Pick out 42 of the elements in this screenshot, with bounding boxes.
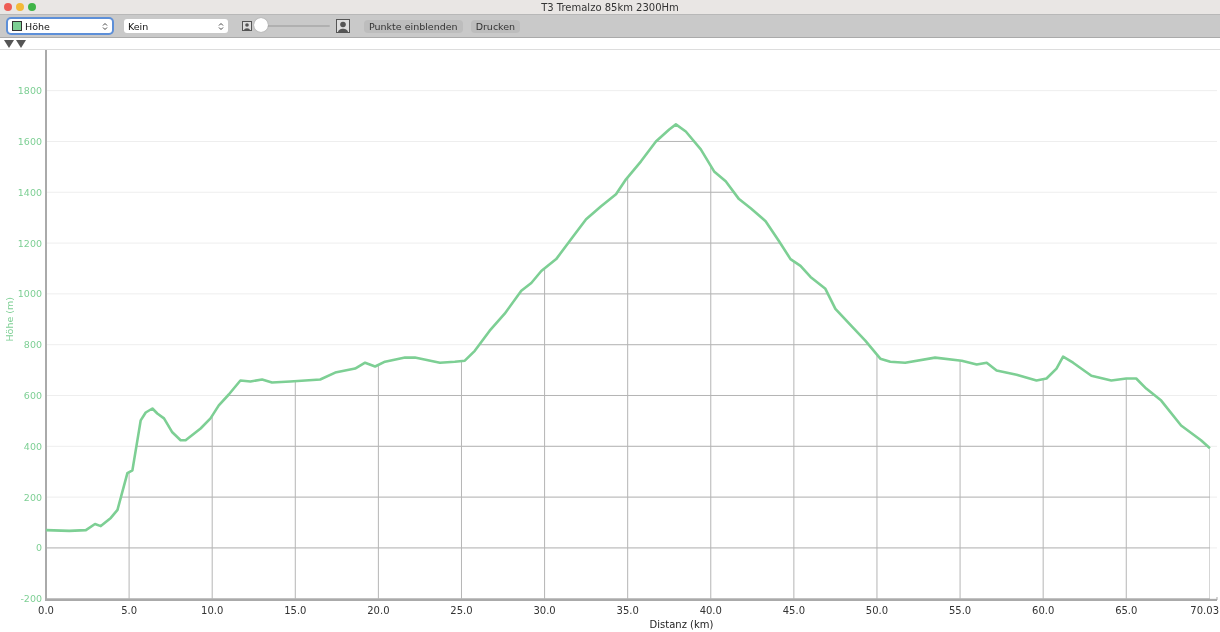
- axis-tick-label: 800: [23, 339, 42, 351]
- axis-tick-label: 200: [23, 491, 42, 503]
- updown-icon: [218, 21, 224, 31]
- axis-title: Distanz (km): [649, 619, 714, 630]
- slider-thumb[interactable]: [254, 18, 268, 32]
- axis-tick-label: 1200: [17, 237, 42, 249]
- axis-tick-label: 15.0: [284, 605, 307, 616]
- axis-tick-label: 65.0: [1115, 605, 1138, 616]
- axis-title: Höhe (m): [4, 297, 15, 342]
- updown-icon: [102, 21, 108, 31]
- minimize-button[interactable]: [16, 3, 24, 11]
- axis-tick-label: 30.0: [533, 605, 556, 616]
- axis-tick-label: 5.0: [121, 605, 138, 616]
- axis-tick-label: -200: [20, 593, 42, 605]
- axis-tick-label: 70.03: [1190, 605, 1219, 616]
- toolbar-button[interactable]: Drucken: [470, 19, 521, 33]
- axis-tick-label: 0.0: [38, 605, 54, 616]
- axis-tick-label: 10.0: [201, 605, 224, 616]
- axis-tick-label: 0: [35, 542, 42, 554]
- axis-tick-label: 25.0: [450, 605, 473, 616]
- axis-tick-label: 40.0: [699, 605, 722, 616]
- axis-tick-label: 55.0: [948, 605, 972, 616]
- series-dropdown[interactable]: Höhe: [8, 19, 112, 33]
- axis-tick-label: 1000: [17, 288, 42, 300]
- axis-tick-label: 400: [23, 440, 42, 452]
- axis-tick-label: 1400: [17, 186, 42, 198]
- axis-tick-label: 1800: [17, 85, 42, 97]
- axis-tick-label: 20.0: [367, 605, 390, 616]
- axis-tick-label: 600: [23, 390, 42, 401]
- close-button[interactable]: [4, 3, 12, 11]
- person-icon: [242, 21, 252, 31]
- axis-tick-label: 60.0: [1032, 605, 1055, 616]
- filter-dropdown[interactable]: Kein: [124, 19, 228, 33]
- toolbar-button[interactable]: Punkte einblenden: [364, 19, 463, 33]
- person-icon: [336, 19, 350, 33]
- axis-tick-label: 1600: [17, 135, 42, 147]
- axis-tick-label: 35.0: [616, 605, 639, 616]
- axis-tick-label: 50.0: [865, 605, 889, 616]
- zoom-button[interactable]: [28, 3, 36, 11]
- axis-tick-label: 45.0: [782, 605, 805, 616]
- window-title: T3 Tremalzo 85km 2300Hm: [541, 1, 679, 13]
- swatch-icon: [12, 21, 22, 31]
